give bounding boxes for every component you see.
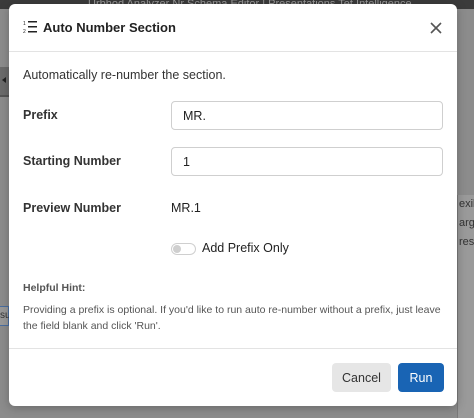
helpful-hint-text: Providing a prefix is optional. If you'd… [23,304,441,332]
preview-number-value: MR.1 [171,201,201,215]
preview-number-label: Preview Number [23,201,121,215]
background-arrow-icon [2,77,6,83]
starting-number-input[interactable] [171,147,443,176]
dialog-title: Auto Number Section [43,20,176,35]
svg-text:1: 1 [23,21,26,27]
add-prefix-only-label[interactable]: Add Prefix Only [202,241,289,255]
background-right-line: res. [459,236,474,248]
dialog-header: 1 2 Auto Number Section [9,4,457,52]
add-prefix-only-toggle[interactable] [171,243,196,255]
close-icon[interactable] [429,21,443,35]
helpful-hint-title: Helpful Hint: [23,282,86,294]
auto-number-dialog: 1 2 Auto Number Section Automatically re… [9,4,457,406]
background-right-line: argin [459,217,474,229]
cancel-button[interactable]: Cancel [332,363,391,392]
dialog-footer-divider [9,348,457,349]
svg-text:2: 2 [23,29,26,34]
toggle-knob [173,245,181,253]
dialog-intro-text: Automatically re-number the section. [23,68,226,82]
prefix-label: Prefix [23,108,58,122]
numbered-list-icon: 1 2 [23,21,37,34]
starting-number-label: Starting Number [23,154,121,168]
prefix-input[interactable] [171,101,443,130]
run-button[interactable]: Run [398,363,444,392]
background-right-line: exib [459,198,474,210]
background-right-panel: exib argin res. [457,195,474,418]
